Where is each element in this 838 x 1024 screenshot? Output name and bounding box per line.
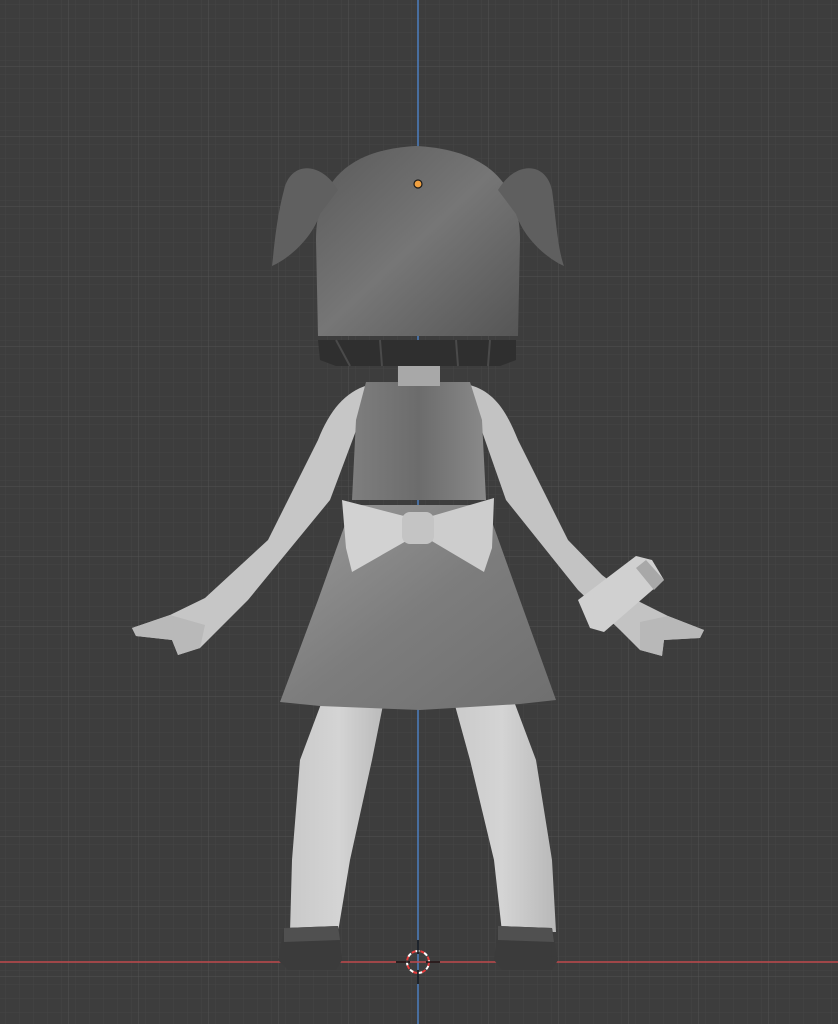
torso [352, 382, 486, 500]
origin-dot-icon[interactable] [413, 179, 423, 189]
neck [398, 364, 440, 386]
viewport-canvas[interactable] [0, 0, 838, 1024]
3d-viewport[interactable] [0, 0, 838, 1024]
